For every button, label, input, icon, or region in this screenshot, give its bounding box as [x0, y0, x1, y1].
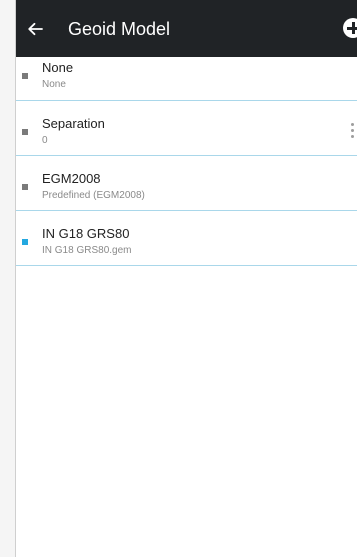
list-item-title: Separation — [42, 116, 105, 131]
more-vertical-icon[interactable] — [350, 121, 356, 141]
list-item-egm2008[interactable]: EGM2008 Predefined (EGM2008) — [16, 156, 357, 211]
list-item-in-g18-grs80[interactable]: IN G18 GRS80 IN G18 GRS80.gem — [16, 211, 357, 266]
back-button[interactable] — [22, 16, 48, 42]
kebab-dot — [351, 123, 354, 126]
kebab-dot — [351, 135, 354, 138]
list-item-subtitle: Predefined (EGM2008) — [42, 190, 145, 201]
selection-indicator — [22, 129, 28, 135]
list-item-none[interactable]: None None — [16, 45, 357, 101]
selection-indicator — [22, 184, 28, 190]
list-item-subtitle: IN G18 GRS80.gem — [42, 245, 132, 256]
screen: Geoid Model None None Separation 0 EGM20… — [15, 0, 357, 557]
list-item-subtitle: None — [42, 79, 66, 90]
list-item-subtitle: 0 — [42, 135, 48, 146]
selection-indicator — [22, 239, 28, 245]
arrow-left-icon — [28, 22, 43, 36]
list-item-title: IN G18 GRS80 — [42, 226, 130, 241]
geoid-model-list: None None Separation 0 EGM2008 Predefine… — [16, 45, 357, 266]
add-circle-icon[interactable] — [343, 18, 357, 38]
list-item-title: None — [42, 60, 74, 75]
selection-indicator — [22, 73, 28, 79]
list-item-title: EGM2008 — [42, 171, 101, 186]
list-item-separation[interactable]: Separation 0 — [16, 101, 357, 156]
kebab-dot — [351, 129, 354, 132]
page-title: Geoid Model — [68, 19, 171, 39]
